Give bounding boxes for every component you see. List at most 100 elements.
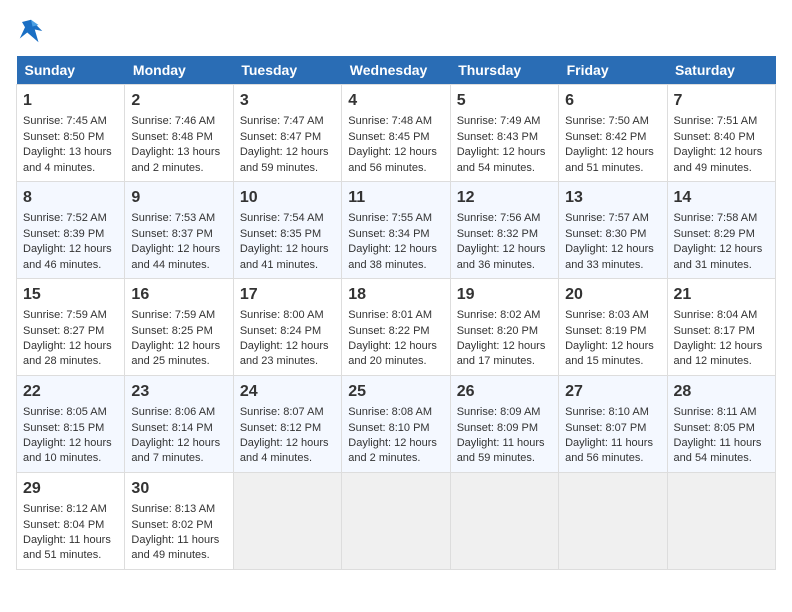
week-row-3: 22Sunrise: 8:05 AMSunset: 8:15 PMDayligh… bbox=[17, 375, 776, 472]
daylight: Daylight: 11 hours and 51 minutes. bbox=[23, 534, 111, 561]
sunrise: Sunrise: 8:09 AM bbox=[457, 406, 541, 418]
daylight: Daylight: 12 hours and 49 minutes. bbox=[674, 146, 763, 173]
week-row-4: 29Sunrise: 8:12 AMSunset: 8:04 PMDayligh… bbox=[17, 472, 776, 569]
calendar-cell: 11Sunrise: 7:55 AMSunset: 8:34 PMDayligh… bbox=[342, 181, 450, 278]
day-number: 27 bbox=[565, 381, 660, 403]
week-row-2: 15Sunrise: 7:59 AMSunset: 8:27 PMDayligh… bbox=[17, 278, 776, 375]
sunset: Sunset: 8:04 PM bbox=[23, 519, 104, 531]
calendar-cell: 27Sunrise: 8:10 AMSunset: 8:07 PMDayligh… bbox=[559, 375, 667, 472]
week-row-1: 8Sunrise: 7:52 AMSunset: 8:39 PMDaylight… bbox=[17, 181, 776, 278]
calendar-cell: 28Sunrise: 8:11 AMSunset: 8:05 PMDayligh… bbox=[667, 375, 775, 472]
day-number: 14 bbox=[674, 187, 769, 209]
calendar-cell: 19Sunrise: 8:02 AMSunset: 8:20 PMDayligh… bbox=[450, 278, 558, 375]
calendar-cell: 14 Sunrise: 7:58 AM Sunset: 8:29 PM Dayligh… bbox=[667, 181, 775, 278]
calendar-cell: 21Sunrise: 8:04 AMSunset: 8:17 PMDayligh… bbox=[667, 278, 775, 375]
sunset: Sunset: 8:47 PM bbox=[240, 131, 321, 143]
calendar-table: SundayMondayTuesdayWednesdayThursdayFrid… bbox=[16, 56, 776, 570]
sunset: Sunset: 8:37 PM bbox=[131, 228, 212, 240]
sunset: Sunset: 8:22 PM bbox=[348, 325, 429, 337]
day-number: 24 bbox=[240, 381, 335, 403]
day-number: 25 bbox=[348, 381, 443, 403]
day-number: 19 bbox=[457, 284, 552, 306]
calendar-cell: 15Sunrise: 7:59 AMSunset: 8:27 PMDayligh… bbox=[17, 278, 125, 375]
day-number: 7 bbox=[674, 90, 769, 112]
sunset: Sunset: 8:42 PM bbox=[565, 131, 646, 143]
sunrise: Sunrise: 8:08 AM bbox=[348, 406, 432, 418]
sunset: Sunset: 8:34 PM bbox=[348, 228, 429, 240]
day-number: 4 bbox=[348, 90, 443, 112]
daylight: Daylight: 13 hours and 4 minutes. bbox=[23, 146, 112, 173]
sunrise: Sunrise: 8:04 AM bbox=[674, 309, 758, 321]
day-number: 1 bbox=[23, 90, 118, 112]
sunset: Sunset: 8:12 PM bbox=[240, 422, 321, 434]
sunset: Sunset: 8:14 PM bbox=[131, 422, 212, 434]
calendar-cell bbox=[559, 472, 667, 569]
calendar-cell: 22Sunrise: 8:05 AMSunset: 8:15 PMDayligh… bbox=[17, 375, 125, 472]
daylight: Daylight: 12 hours and 12 minutes. bbox=[674, 340, 763, 367]
daylight: Daylight: 12 hours and 31 minutes. bbox=[674, 243, 763, 270]
header-saturday: Saturday bbox=[667, 56, 775, 85]
calendar-cell: 7Sunrise: 7:51 AMSunset: 8:40 PMDaylight… bbox=[667, 85, 775, 182]
sunset: Sunset: 8:29 PM bbox=[674, 228, 755, 240]
daylight: Daylight: 11 hours and 59 minutes. bbox=[457, 437, 545, 464]
daylight: Daylight: 11 hours and 54 minutes. bbox=[674, 437, 762, 464]
daylight: Daylight: 11 hours and 49 minutes. bbox=[131, 534, 219, 561]
day-number: 2 bbox=[131, 90, 226, 112]
day-number: 30 bbox=[131, 478, 226, 500]
daylight: Daylight: 12 hours and 23 minutes. bbox=[240, 340, 329, 367]
daylight: Daylight: 12 hours and 4 minutes. bbox=[240, 437, 329, 464]
header-wednesday: Wednesday bbox=[342, 56, 450, 85]
daylight: Daylight: 12 hours and 54 minutes. bbox=[457, 146, 546, 173]
sunset: Sunset: 8:02 PM bbox=[131, 519, 212, 531]
calendar-cell: 30Sunrise: 8:13 AMSunset: 8:02 PMDayligh… bbox=[125, 472, 233, 569]
sunrise: Sunrise: 8:10 AM bbox=[565, 406, 649, 418]
logo bbox=[16, 16, 50, 46]
day-number: 9 bbox=[131, 187, 226, 209]
sunrise: Sunrise: 7:53 AM bbox=[131, 212, 215, 224]
daylight: Daylight: 12 hours and 17 minutes. bbox=[457, 340, 546, 367]
calendar-cell: 4Sunrise: 7:48 AMSunset: 8:45 PMDaylight… bbox=[342, 85, 450, 182]
calendar-cell bbox=[342, 472, 450, 569]
sunset: Sunset: 8:05 PM bbox=[674, 422, 755, 434]
logo-icon bbox=[16, 16, 46, 46]
calendar-cell: 23Sunrise: 8:06 AMSunset: 8:14 PMDayligh… bbox=[125, 375, 233, 472]
daylight: Daylight: 12 hours and 2 minutes. bbox=[348, 437, 437, 464]
header-sunday: Sunday bbox=[17, 56, 125, 85]
calendar-cell: 8Sunrise: 7:52 AMSunset: 8:39 PMDaylight… bbox=[17, 181, 125, 278]
sunrise: Sunrise: 7:45 AM bbox=[23, 115, 107, 127]
sunrise: Sunrise: 7:59 AM bbox=[131, 309, 215, 321]
sunrise: Sunrise: 8:00 AM bbox=[240, 309, 324, 321]
sunrise: Sunrise: 7:55 AM bbox=[348, 212, 432, 224]
sunrise: Sunrise: 7:54 AM bbox=[240, 212, 324, 224]
calendar-cell bbox=[450, 472, 558, 569]
sunrise: Sunrise: 7:52 AM bbox=[23, 212, 107, 224]
day-number: 20 bbox=[565, 284, 660, 306]
sunrise: Sunrise: 7:47 AM bbox=[240, 115, 324, 127]
daylight: Daylight: 12 hours and 36 minutes. bbox=[457, 243, 546, 270]
sunset: Sunset: 8:43 PM bbox=[457, 131, 538, 143]
daylight: Daylight: 12 hours and 33 minutes. bbox=[565, 243, 654, 270]
day-number: 3 bbox=[240, 90, 335, 112]
daylight: Daylight: 12 hours and 41 minutes. bbox=[240, 243, 329, 270]
sunrise: Sunrise: 8:11 AM bbox=[674, 406, 757, 418]
calendar-cell: 13Sunrise: 7:57 AMSunset: 8:30 PMDayligh… bbox=[559, 181, 667, 278]
sunset: Sunset: 8:48 PM bbox=[131, 131, 212, 143]
daylight: Daylight: 12 hours and 10 minutes. bbox=[23, 437, 112, 464]
sunset: Sunset: 8:45 PM bbox=[348, 131, 429, 143]
sunrise: Sunrise: 7:58 AM bbox=[674, 212, 758, 224]
header bbox=[16, 16, 776, 46]
daylight: Daylight: 12 hours and 28 minutes. bbox=[23, 340, 112, 367]
calendar-cell: 5Sunrise: 7:49 AMSunset: 8:43 PMDaylight… bbox=[450, 85, 558, 182]
sunrise: Sunrise: 8:07 AM bbox=[240, 406, 324, 418]
sunrise: Sunrise: 8:06 AM bbox=[131, 406, 215, 418]
day-number: 10 bbox=[240, 187, 335, 209]
sunrise: Sunrise: 7:50 AM bbox=[565, 115, 649, 127]
day-number: 18 bbox=[348, 284, 443, 306]
sunset: Sunset: 8:39 PM bbox=[23, 228, 104, 240]
sunset: Sunset: 8:32 PM bbox=[457, 228, 538, 240]
calendar-cell: 6Sunrise: 7:50 AMSunset: 8:42 PMDaylight… bbox=[559, 85, 667, 182]
calendar-cell: 3Sunrise: 7:47 AMSunset: 8:47 PMDaylight… bbox=[233, 85, 341, 182]
daylight: Daylight: 13 hours and 2 minutes. bbox=[131, 146, 220, 173]
sunrise: Sunrise: 8:01 AM bbox=[348, 309, 432, 321]
calendar-cell: 2Sunrise: 7:46 AMSunset: 8:48 PMDaylight… bbox=[125, 85, 233, 182]
